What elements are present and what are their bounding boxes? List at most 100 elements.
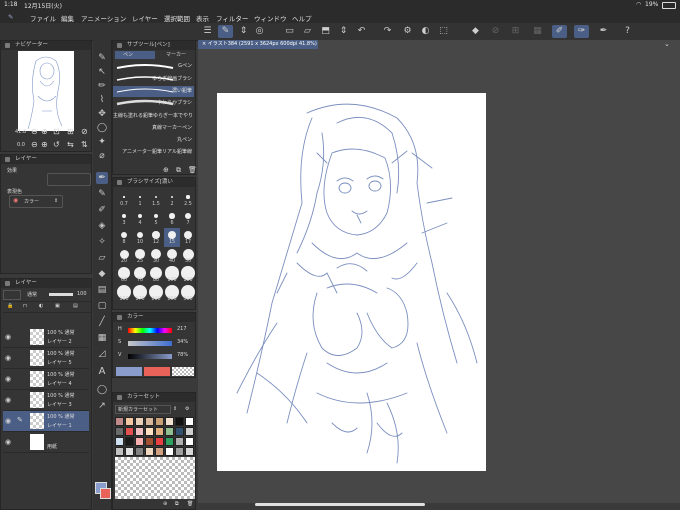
flip-horizontal-icon[interactable]: ⇆ bbox=[67, 140, 74, 149]
color-swatch[interactable] bbox=[145, 447, 154, 456]
ruler-layer-icon[interactable]: ▤ bbox=[73, 303, 78, 309]
brush-size-option[interactable]: 15 bbox=[164, 228, 180, 247]
fill-tool-icon[interactable]: ◆ bbox=[96, 268, 108, 280]
color-swatch[interactable] bbox=[185, 447, 194, 456]
duplicate-subtool-icon[interactable]: ⧉ bbox=[176, 166, 181, 175]
tab-marker[interactable]: マーカー bbox=[156, 51, 195, 59]
transparent-color-box[interactable] bbox=[172, 367, 194, 376]
brush-size-option[interactable]: 30 bbox=[148, 247, 164, 266]
brush-size-option[interactable]: 250 bbox=[164, 285, 180, 304]
color-swatch[interactable] bbox=[135, 427, 144, 436]
menu-selection[interactable]: 選択範囲 bbox=[164, 13, 190, 23]
transform-icon[interactable]: ⬚ bbox=[436, 25, 451, 38]
eye-icon[interactable]: ◉ bbox=[5, 396, 11, 404]
delete-color-icon[interactable]: 🗑 bbox=[187, 501, 193, 507]
brush-size-option[interactable]: 8 bbox=[116, 228, 132, 247]
color-swatch[interactable] bbox=[175, 427, 184, 436]
open-folder-icon[interactable]: ▱ bbox=[300, 25, 315, 38]
menu-view[interactable]: 表示 bbox=[196, 13, 209, 23]
figure-tool-icon[interactable]: ▢ bbox=[96, 300, 108, 312]
color-swatch[interactable] bbox=[135, 447, 144, 456]
pen-tool-active-icon[interactable]: ✒ bbox=[96, 172, 108, 184]
reference-icon[interactable]: ◐ bbox=[39, 303, 43, 309]
color-swatch[interactable] bbox=[155, 417, 164, 426]
brush-size-option[interactable]: 170 bbox=[132, 285, 148, 304]
lasso-tool-icon[interactable]: ◯ bbox=[96, 122, 108, 134]
menu-edit[interactable]: 編集 bbox=[61, 13, 74, 23]
eye-icon[interactable]: ◉ bbox=[5, 417, 11, 425]
brush-size-option[interactable]: 60 bbox=[116, 266, 132, 285]
eraser-icon[interactable]: ✒ bbox=[596, 25, 611, 38]
cursor-tool-icon[interactable]: ↖ bbox=[96, 66, 108, 78]
airbrush-tool-icon[interactable]: ✐ bbox=[96, 204, 108, 216]
color-swatch[interactable] bbox=[185, 427, 194, 436]
eye-icon[interactable]: ◉ bbox=[5, 354, 11, 362]
clip-icon[interactable]: ⊓ bbox=[23, 303, 27, 309]
menu-help[interactable]: ヘルプ bbox=[292, 13, 312, 23]
color-swatch[interactable] bbox=[135, 437, 144, 446]
hamburger-menu-icon[interactable]: ☰ bbox=[200, 25, 215, 38]
brush-size-option[interactable]: 10 bbox=[132, 228, 148, 247]
brush-size-option[interactable]: 200 bbox=[148, 285, 164, 304]
eye-icon[interactable]: ◉ bbox=[5, 333, 11, 341]
brush-size-option[interactable]: 40 bbox=[164, 247, 180, 266]
brush-size-option[interactable]: 1.5 bbox=[148, 190, 164, 209]
flip-vertical-icon[interactable]: ⇅ bbox=[81, 140, 88, 149]
layer-row-selected[interactable]: ◉ ✎ 100 % 通常 レイヤー 1 bbox=[3, 411, 89, 432]
color-swatch[interactable] bbox=[125, 447, 134, 456]
color-swatch[interactable] bbox=[175, 447, 184, 456]
color-swatch[interactable] bbox=[145, 427, 154, 436]
opacity-slider[interactable] bbox=[49, 293, 73, 296]
rotate-right-icon[interactable]: ⊕ bbox=[41, 140, 48, 149]
color-swatch[interactable] bbox=[165, 417, 174, 426]
brush-size-option[interactable]: 80 bbox=[148, 266, 164, 285]
layer-mode-icon[interactable] bbox=[3, 290, 21, 300]
brush-size-option[interactable]: 5 bbox=[148, 209, 164, 228]
replace-color-icon[interactable]: ⧉ bbox=[175, 501, 179, 507]
move-tool-icon[interactable]: ✥ bbox=[96, 108, 108, 120]
effect-buttons[interactable] bbox=[47, 173, 91, 186]
tab-pen[interactable]: ペン bbox=[115, 51, 155, 59]
menu-animation[interactable]: アニメーション bbox=[81, 13, 126, 23]
correct-line-tool-icon[interactable]: ↗ bbox=[96, 400, 108, 412]
color-swatch[interactable] bbox=[125, 427, 134, 436]
brush-size-option[interactable]: 1 bbox=[132, 190, 148, 209]
pencil-tool-icon[interactable]: ✏ bbox=[96, 80, 108, 92]
balloon-tool-icon[interactable]: ◯ bbox=[96, 384, 108, 396]
grid-icon[interactable]: ▦ bbox=[530, 25, 545, 38]
menu-file[interactable]: ファイル bbox=[30, 13, 56, 23]
layer-row-paper[interactable]: ◉ 用紙 bbox=[3, 432, 89, 453]
value-slider[interactable] bbox=[128, 354, 172, 359]
layer-row[interactable]: ◉ 100 % 通常 レイヤー 3 bbox=[3, 390, 89, 411]
brush-size-option[interactable]: 12 bbox=[148, 228, 164, 247]
color-mode-select[interactable]: ◉ カラー ⇕ bbox=[9, 195, 63, 208]
deselect-icon[interactable]: ⚙ bbox=[400, 25, 415, 38]
pen-cursor-icon[interactable]: ✎ bbox=[218, 25, 233, 38]
color-swatch[interactable] bbox=[175, 417, 184, 426]
canvas-tab[interactable]: × イラスト384 (2591 x 3624px 600dpi 41.8%) bbox=[198, 40, 318, 49]
redo-icon[interactable]: ↷ bbox=[380, 25, 395, 38]
brush-size-option[interactable]: 150 bbox=[116, 285, 132, 304]
chevron-down-icon[interactable]: ⌄ bbox=[664, 40, 670, 48]
pen-active-icon[interactable]: ✐ bbox=[552, 25, 567, 38]
lock-icon[interactable]: 🔒 bbox=[7, 303, 13, 309]
brush-size-option[interactable]: 70 bbox=[132, 266, 148, 285]
color-swatch[interactable] bbox=[115, 437, 124, 446]
color-set-settings-icon[interactable]: ⚙ bbox=[185, 406, 189, 412]
ruler-tool-icon[interactable]: ◿ bbox=[96, 348, 108, 360]
sub-color-swatch[interactable] bbox=[100, 488, 111, 499]
close-icon[interactable]: × bbox=[202, 41, 206, 47]
snap-icon[interactable]: ⊘ bbox=[488, 25, 503, 38]
drawing-paper[interactable] bbox=[217, 93, 486, 471]
color-swatch[interactable] bbox=[165, 427, 174, 436]
eraser-tool-icon[interactable]: ▱ bbox=[96, 252, 108, 264]
line-tool-icon[interactable]: ╱ bbox=[96, 316, 108, 328]
sub-color-box[interactable] bbox=[144, 367, 170, 376]
brush-size-option[interactable]: 25 bbox=[132, 247, 148, 266]
pencil2-tool-icon[interactable]: ✎ bbox=[96, 188, 108, 200]
text-tool-icon[interactable]: A bbox=[96, 366, 108, 378]
color-swatch[interactable] bbox=[155, 437, 164, 446]
brush-size-option[interactable]: 4 bbox=[132, 209, 148, 228]
color-set-menu-icon[interactable]: ⇕ bbox=[173, 406, 177, 412]
pencil-active-icon[interactable]: ✑ bbox=[574, 25, 589, 38]
